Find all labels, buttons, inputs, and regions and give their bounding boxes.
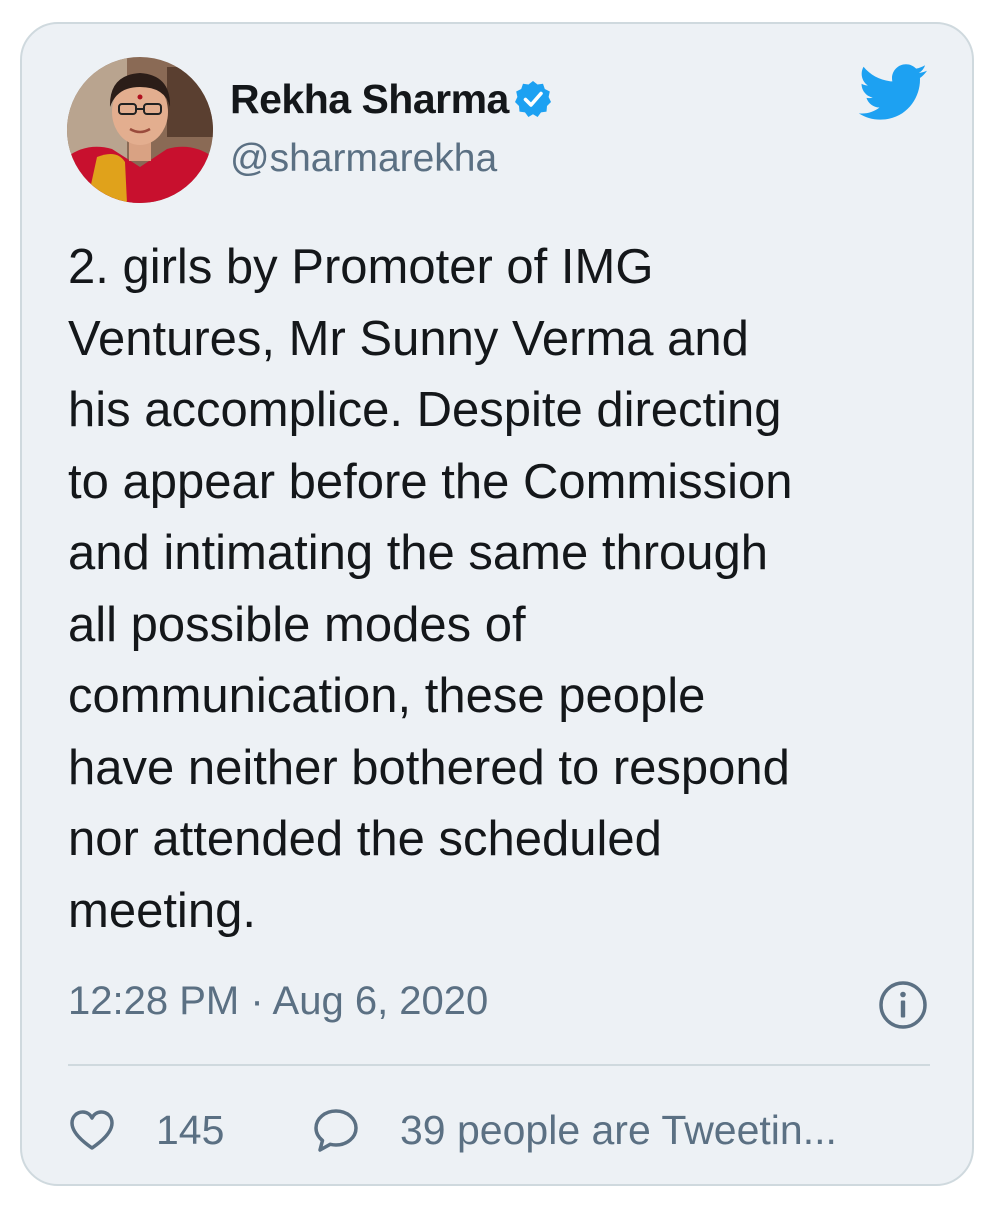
heart-icon: [70, 1110, 114, 1150]
tweeting-count: 39 people are Tweetin...: [400, 1106, 837, 1153]
tweeting-button[interactable]: 39 people are Tweetin...: [312, 1102, 837, 1158]
like-button[interactable]: 145: [68, 1102, 224, 1158]
speech-bubble-icon: [314, 1109, 358, 1152]
tweet-timestamp[interactable]: 12:28 PM · Aug 6, 2020: [68, 979, 488, 1024]
author-name-row[interactable]: Rekha Sharma: [230, 76, 553, 123]
like-count: 145: [156, 1106, 225, 1153]
verified-badge-icon: [514, 81, 551, 117]
author-handle[interactable]: @sharmarekha: [230, 137, 497, 181]
divider: [68, 1064, 930, 1066]
tweet-text: 2. girls by Promoter of IMG Ventures, Mr…: [68, 240, 793, 938]
info-icon[interactable]: [878, 980, 928, 1030]
avatar[interactable]: [67, 57, 213, 203]
twitter-bird-icon[interactable]: [856, 62, 928, 122]
tweet-card[interactable]: Rekha Sharma @sharmarekha 2. girls by Pr…: [20, 22, 974, 1186]
avatar-photo: [67, 57, 213, 203]
author-name[interactable]: Rekha Sharma: [230, 76, 509, 122]
